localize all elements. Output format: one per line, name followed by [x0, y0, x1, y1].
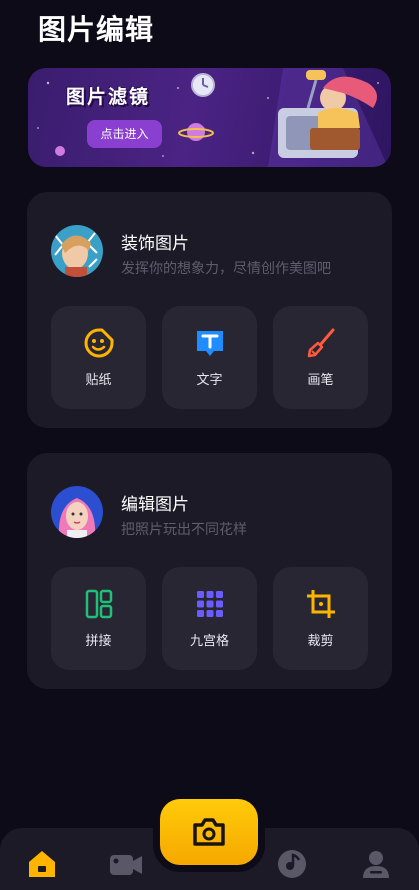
camera-button[interactable]: [160, 799, 258, 865]
text-label: 文字: [196, 373, 223, 388]
text-tool-button[interactable]: 文字: [162, 306, 257, 409]
sticker-tool-button[interactable]: 贴纸: [51, 306, 146, 409]
crop-icon: [306, 590, 335, 618]
filter-banner[interactable]: 图片滤镜 点击进入: [28, 68, 391, 167]
decorate-avatar: [51, 225, 103, 277]
page-title: 图片编辑: [38, 13, 155, 46]
grid-tool-button[interactable]: 九宫格: [162, 567, 257, 670]
nav-video[interactable]: [108, 847, 142, 881]
edit-card: 编辑图片 把照片玩出不同花样 拼接 九宫格 裁剪: [27, 453, 392, 689]
edit-subtitle: 把照片玩出不同花样: [121, 522, 247, 538]
collage-icon: [85, 589, 112, 619]
nav-music[interactable]: [275, 847, 309, 881]
sticker-icon: [84, 328, 113, 358]
grid-label: 九宫格: [189, 634, 229, 649]
banner-title: 图片滤镜: [66, 86, 151, 108]
collage-label: 拼接: [85, 634, 112, 649]
text-icon: [196, 331, 223, 356]
decorate-card: 装饰图片 发挥你的想象力，尽情创作美图吧 贴纸 文字 画笔: [27, 192, 392, 428]
brush-tool-button[interactable]: 画笔: [273, 306, 368, 409]
brush-label: 画笔: [307, 373, 334, 388]
nav-home[interactable]: [25, 847, 59, 881]
crop-tool-button[interactable]: 裁剪: [273, 567, 368, 670]
brush-icon: [307, 328, 334, 358]
home-icon: [29, 851, 55, 877]
grid-icon: [196, 591, 223, 617]
camera-icon: [193, 818, 225, 846]
video-camera-icon: [110, 855, 142, 875]
nav-profile[interactable]: [359, 847, 393, 881]
user-icon: [363, 851, 389, 878]
crop-label: 裁剪: [307, 634, 334, 649]
collage-tool-button[interactable]: 拼接: [51, 567, 146, 670]
girl-laptop-illustration: [268, 68, 388, 167]
enter-button[interactable]: 点击进入: [87, 120, 162, 148]
sticker-label: 贴纸: [85, 373, 112, 388]
music-disc-icon: [278, 850, 306, 878]
edit-avatar: [51, 486, 103, 538]
clock-icon: [191, 73, 215, 97]
small-planet-icon: [55, 146, 65, 156]
decorate-subtitle: 发挥你的想象力，尽情创作美图吧: [121, 261, 331, 277]
edit-title: 编辑图片: [121, 495, 189, 515]
planet-icon: [178, 123, 214, 141]
decorate-title: 装饰图片: [121, 234, 189, 254]
